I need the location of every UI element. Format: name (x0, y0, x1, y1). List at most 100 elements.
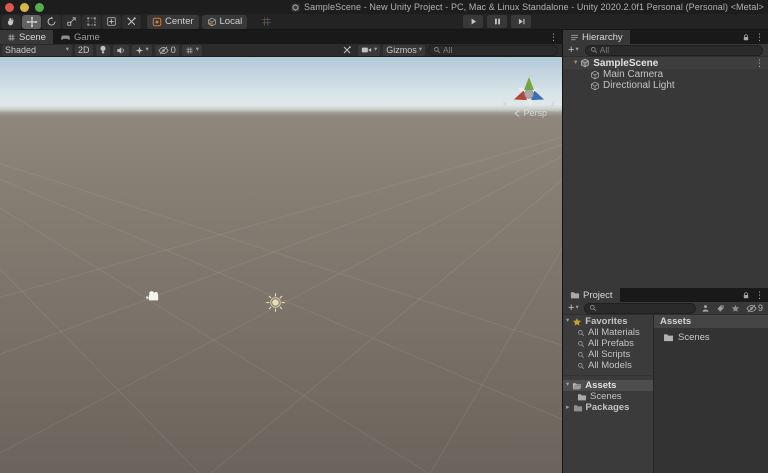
hand-tool-button[interactable] (2, 14, 21, 29)
tool-settings-button[interactable] (339, 45, 355, 56)
hierarchy-panel: Hierarchy ⋮ + ▾ All ▾ SampleScene ⋮ Main… (563, 30, 768, 288)
favorites-section-row[interactable]: ▾ Favorites (563, 316, 653, 327)
search-icon (590, 46, 598, 54)
camera-gizmo-icon[interactable] (146, 290, 161, 302)
grid-visual-icon (185, 46, 194, 55)
scale-tool-button[interactable] (62, 14, 81, 29)
titlebar: SampleScene - New Unity Project - PC, Ma… (0, 0, 768, 14)
scene-options-icon[interactable]: ⋮ (755, 58, 768, 68)
scene-viewport[interactable]: y x z Persp (0, 57, 562, 473)
minimize-button[interactable] (20, 2, 29, 12)
tab-scene[interactable]: Scene (0, 30, 53, 44)
create-object-button[interactable]: + ▾ (566, 43, 581, 56)
pivot-mode-button[interactable]: Center (147, 14, 199, 29)
hierarchy-item-label: Directional Light (603, 80, 675, 91)
assets-folder-row[interactable]: ▾ Assets (563, 380, 653, 391)
favorite-all-materials[interactable]: All Materials (563, 327, 653, 338)
directional-light-gizmo-icon[interactable] (264, 291, 287, 314)
unity-logo-icon (291, 3, 300, 12)
label-filter-icon[interactable] (716, 304, 725, 313)
tab-scene-label: Scene (19, 31, 46, 43)
scene-lighting-button[interactable] (95, 44, 110, 56)
transform-tool-button[interactable] (102, 14, 121, 29)
foldout-open-icon[interactable]: ▾ (566, 318, 569, 325)
rotate-tool-button[interactable] (42, 14, 61, 29)
rotation-mode-button[interactable]: Local (201, 14, 248, 29)
step-icon (517, 17, 526, 26)
hierarchy-item-directional-light[interactable]: Directional Light (563, 80, 768, 91)
scene-audio-button[interactable] (112, 44, 129, 56)
hierarchy-menu-icon[interactable]: ⋮ (755, 32, 764, 42)
videocam-icon (361, 46, 372, 54)
custom-tool-button[interactable] (122, 14, 141, 29)
step-button[interactable] (511, 15, 531, 28)
packages-folder-row[interactable]: ▸ Packages (563, 402, 653, 413)
scene-effects-dropdown[interactable]: ▾ (131, 44, 152, 56)
lock-icon[interactable] (742, 33, 750, 42)
create-asset-button[interactable]: + ▾ (566, 302, 581, 314)
persp-label: Persp (523, 108, 547, 118)
zoom-button[interactable] (35, 2, 44, 12)
tree-separator (563, 371, 653, 376)
custom-tool-icon (126, 16, 137, 27)
search-by-type-icon[interactable] (701, 304, 710, 313)
plus-icon: + (568, 43, 575, 56)
scene-search-input[interactable] (443, 45, 553, 55)
scenes-folder-row[interactable]: Scenes (563, 391, 653, 402)
pause-button[interactable] (487, 15, 507, 28)
chevron-down-icon: ▾ (195, 45, 200, 53)
play-button[interactable] (463, 15, 483, 28)
hierarchy-search-field[interactable] (584, 44, 763, 56)
list-icon (570, 33, 579, 42)
play-controls (463, 15, 531, 28)
grid-snap-button[interactable] (257, 15, 276, 29)
hierarchy-toolbar: + ▾ (563, 44, 768, 57)
lock-icon[interactable] (742, 291, 750, 300)
project-search-field[interactable] (583, 302, 696, 314)
asset-item-scenes[interactable]: Scenes (654, 331, 768, 343)
project-hidden-count: 9 (757, 303, 763, 313)
pivot-center-icon (152, 17, 162, 27)
hierarchy-item-main-camera[interactable]: Main Camera (563, 69, 768, 80)
project-visibility-button[interactable]: 9 (746, 303, 763, 313)
hand-icon (6, 16, 17, 27)
camera-settings-dropdown[interactable]: ▾ (357, 44, 381, 56)
perspective-toggle[interactable]: Persp (514, 108, 547, 118)
move-tool-button[interactable] (22, 14, 41, 29)
favorite-label: All Materials (588, 327, 640, 338)
scene-root-row[interactable]: ▾ SampleScene ⋮ (563, 57, 768, 69)
gizmos-dropdown[interactable]: Gizmos ▾ (383, 44, 425, 56)
scene-search-field[interactable] (428, 44, 558, 56)
search-icon (589, 304, 597, 312)
rect-icon (86, 16, 97, 27)
scene-hidden-count: 0 (170, 45, 176, 55)
favorite-label: All Scripts (588, 349, 631, 360)
foldout-open-icon[interactable]: ▾ (566, 382, 569, 389)
transform-tools (2, 14, 141, 29)
chevron-down-icon: ▾ (418, 45, 422, 53)
toggle-2d-button[interactable]: 2D (75, 44, 93, 56)
tab-hierarchy[interactable]: Hierarchy (563, 30, 630, 44)
rect-tool-button[interactable] (82, 14, 101, 29)
favorite-all-prefabs[interactable]: All Prefabs (563, 338, 653, 349)
foldout-closed-icon[interactable]: ▸ (566, 404, 570, 411)
project-menu-icon[interactable]: ⋮ (755, 290, 764, 300)
hierarchy-search-input[interactable] (599, 45, 758, 55)
favorite-all-models[interactable]: All Models (563, 360, 653, 371)
star-icon (572, 317, 582, 327)
unity-scene-icon (580, 58, 590, 68)
project-search-input[interactable] (598, 303, 691, 313)
tab-game[interactable]: Game (53, 30, 107, 44)
rotation-mode-label: Local (219, 16, 243, 27)
tab-project[interactable]: Project (563, 288, 620, 302)
scene-grid-dropdown[interactable]: ▾ (181, 44, 203, 56)
foldout-open-icon[interactable]: ▾ (574, 59, 577, 67)
favorite-all-scripts[interactable]: All Scripts (563, 349, 653, 360)
scene-visibility-button[interactable]: 0 (154, 44, 179, 56)
close-button[interactable] (5, 2, 14, 12)
shading-mode-dropdown[interactable]: Shaded ▾ (2, 44, 72, 56)
unity-editor-window: SampleScene - New Unity Project - PC, Ma… (0, 0, 768, 473)
scenes-folder-label: Scenes (590, 391, 622, 402)
favorites-filter-icon[interactable] (731, 304, 740, 313)
scene-menu-icon[interactable]: ⋮ (549, 32, 558, 42)
